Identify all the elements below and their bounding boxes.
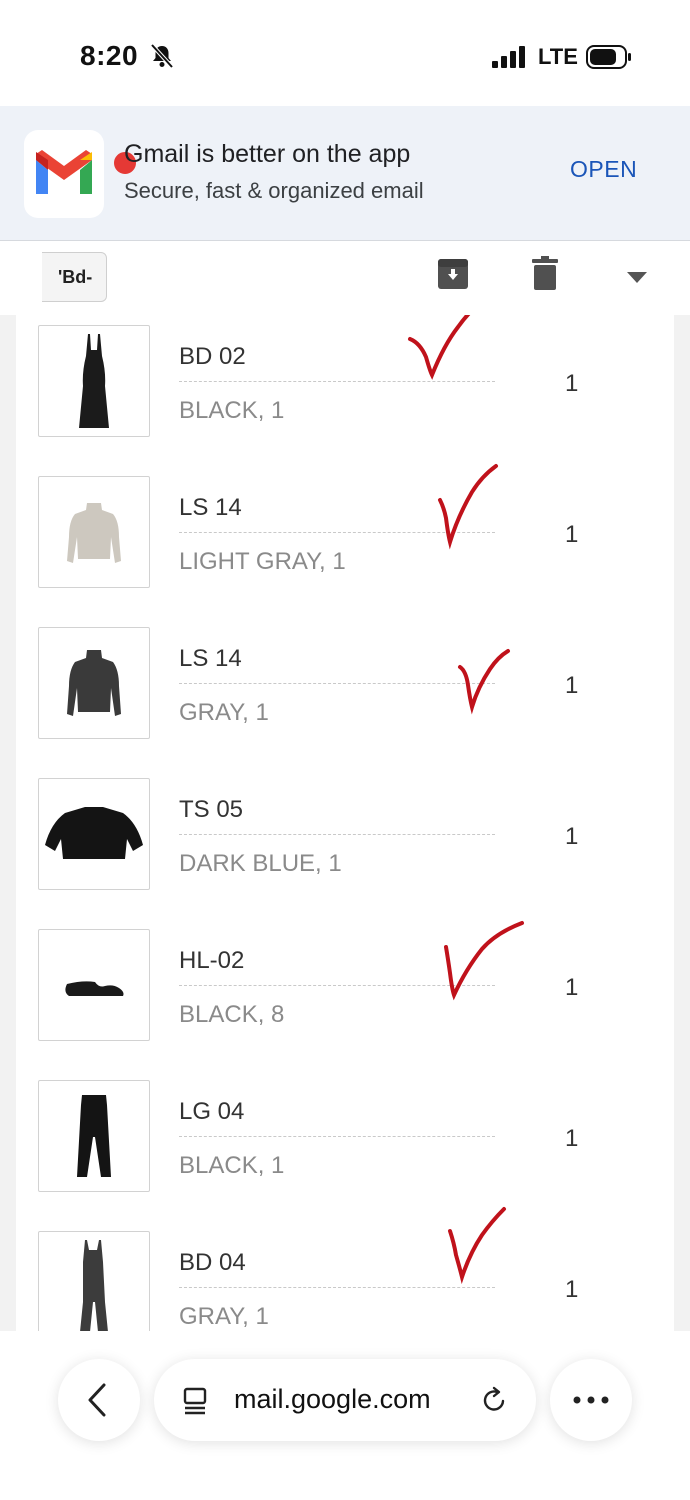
divider	[179, 683, 495, 684]
product-thumbnail[interactable]	[38, 1080, 150, 1192]
divider	[179, 1136, 495, 1137]
product-thumbnail[interactable]	[38, 476, 150, 588]
item-variant: BLACK, 8	[179, 1001, 285, 1028]
item-variant: GRAY, 1	[179, 699, 269, 726]
product-thumbnail[interactable]	[38, 778, 150, 890]
handwritten-checkmark-icon	[444, 921, 524, 1001]
product-thumbnail[interactable]	[38, 1231, 150, 1331]
archive-icon[interactable]	[437, 258, 469, 290]
item-name: BD 04	[179, 1249, 246, 1276]
address-bar[interactable]: mail.google.com	[154, 1359, 536, 1441]
leggings-image	[77, 1095, 111, 1177]
item-name: TS 05	[179, 796, 244, 823]
product-thumbnail[interactable]	[38, 929, 150, 1041]
label-tag[interactable]: 'Bd-04'	[42, 252, 108, 335]
browser-bottom-bar: mail.google.com	[0, 1331, 690, 1500]
silent-bell-icon	[150, 43, 174, 69]
item-name: LS 14	[179, 494, 242, 521]
list-item: BD 04 GRAY, 1 1	[16, 1207, 674, 1331]
handwritten-checkmark-icon	[438, 464, 498, 550]
status-bar: 8:20 LTE	[0, 0, 690, 106]
signal-icon	[492, 46, 525, 68]
item-variant: BLACK, 1	[179, 397, 285, 424]
list-item: LS 14 GRAY, 1 1	[16, 617, 674, 768]
item-variant: GRAY, 1	[179, 1303, 269, 1330]
open-app-button[interactable]: OPEN	[570, 156, 637, 183]
chevron-down-icon[interactable]	[626, 271, 648, 285]
list-item: TS 05 DARK BLUE, 1 1	[16, 768, 674, 919]
back-button[interactable]	[58, 1359, 140, 1441]
trash-icon[interactable]	[532, 256, 558, 290]
item-name: LS 14	[179, 645, 242, 672]
divider	[179, 834, 495, 835]
list-item: BD 02 BLACK, 1 1	[16, 315, 674, 466]
email-toolbar: 'Bd-04'	[0, 241, 690, 335]
page-format-icon	[183, 1387, 207, 1415]
item-quantity: 1	[565, 1125, 579, 1152]
item-name: LG 04	[179, 1098, 245, 1125]
more-options-button[interactable]	[550, 1359, 632, 1441]
handwritten-checkmark-icon	[408, 315, 471, 380]
item-variant: DARK BLUE, 1	[179, 850, 342, 877]
item-quantity: 1	[565, 370, 579, 397]
shoe-image	[65, 981, 124, 996]
product-thumbnail[interactable]	[38, 325, 150, 437]
t-shirt-image	[45, 807, 143, 859]
bodysuit-image	[80, 1240, 108, 1331]
battery-icon	[586, 45, 631, 69]
app-promo-banner: Gmail is better on the app Secure, fast …	[0, 106, 690, 241]
network-label: LTE	[538, 44, 578, 69]
item-quantity: 1	[565, 823, 579, 850]
banner-title: Gmail is better on the app	[124, 140, 411, 168]
list-item: LS 14 LIGHT GRAY, 1 1	[16, 464, 674, 617]
reload-icon[interactable]	[480, 1386, 508, 1414]
status-time: 8:20	[80, 40, 139, 71]
product-thumbnail[interactable]	[38, 627, 150, 739]
handwritten-checkmark-icon	[458, 649, 510, 715]
dress-image	[79, 334, 109, 428]
chevron-left-icon	[88, 1383, 106, 1417]
more-dots-icon	[573, 1396, 609, 1404]
item-quantity: 1	[565, 521, 579, 548]
url-text: mail.google.com	[234, 1384, 431, 1414]
email-body: BD 02 BLACK, 1 1 LS 14 LIGHT GRAY, 1 1 L…	[0, 315, 690, 1331]
long-sleeve-top-image	[67, 503, 121, 563]
handwritten-checkmark-icon	[448, 1207, 506, 1285]
item-variant: LIGHT GRAY, 1	[179, 548, 346, 575]
long-sleeve-top-image	[67, 650, 121, 716]
item-name: BD 02	[179, 343, 246, 370]
item-quantity: 1	[565, 974, 579, 1001]
gmail-logo-icon	[24, 130, 138, 218]
order-items-list: BD 02 BLACK, 1 1 LS 14 LIGHT GRAY, 1 1 L…	[16, 315, 674, 1331]
list-item: HL-02 BLACK, 8 1	[16, 919, 674, 1070]
list-item: LG 04 BLACK, 1 1	[16, 1070, 674, 1221]
item-name: HL-02	[179, 947, 245, 974]
item-variant: BLACK, 1	[179, 1152, 285, 1179]
item-quantity: 1	[565, 1276, 579, 1303]
banner-subtitle: Secure, fast & organized email	[124, 178, 424, 203]
item-quantity: 1	[565, 672, 579, 699]
